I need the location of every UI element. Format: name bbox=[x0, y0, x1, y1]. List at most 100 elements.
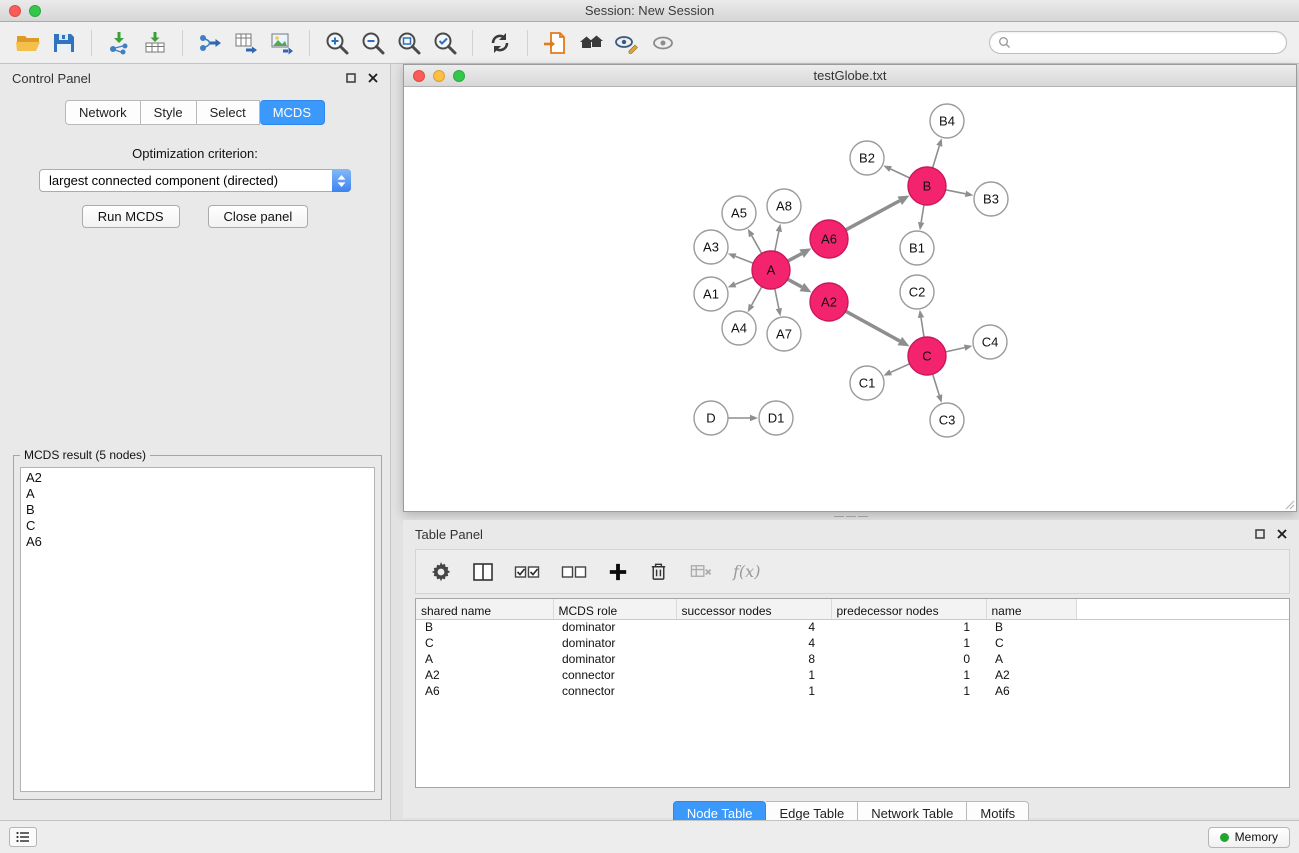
refresh-view-button[interactable] bbox=[482, 26, 518, 60]
graph-edge-A-A3[interactable] bbox=[728, 253, 753, 263]
graph-node-C1[interactable]: C1 bbox=[850, 366, 884, 400]
export-network-button[interactable] bbox=[192, 26, 228, 60]
network-close-button[interactable] bbox=[413, 70, 425, 82]
column-header-shared-name[interactable]: shared name bbox=[416, 599, 553, 619]
zoom-out-button[interactable] bbox=[355, 26, 391, 60]
graph-edge-C-C3[interactable] bbox=[933, 374, 943, 403]
graph-node-C[interactable]: C bbox=[908, 337, 946, 375]
graph-edge-C-C1[interactable] bbox=[883, 364, 909, 376]
function-builder-button[interactable]: f(x) bbox=[733, 559, 760, 585]
graph-edge-A-A4[interactable] bbox=[748, 287, 762, 313]
graph-node-A1[interactable]: A1 bbox=[694, 277, 728, 311]
table-row[interactable]: Cdominator41C bbox=[416, 635, 1289, 651]
graph-node-A7[interactable]: A7 bbox=[767, 317, 801, 351]
graph-node-D1[interactable]: D1 bbox=[759, 401, 793, 435]
graph-edge-A6-B[interactable] bbox=[846, 196, 910, 230]
graph-edge-C-C4[interactable] bbox=[946, 345, 973, 352]
select-all-rows-button[interactable] bbox=[514, 559, 541, 585]
mcds-result-item[interactable]: C bbox=[26, 518, 369, 534]
control-tab-select[interactable]: Select bbox=[197, 100, 260, 125]
column-header-MCDS-role[interactable]: MCDS role bbox=[553, 599, 676, 619]
close-panel-action-button[interactable]: Close panel bbox=[208, 205, 309, 228]
show-hide-button[interactable] bbox=[645, 26, 681, 60]
column-header-predecessor-nodes[interactable]: predecessor nodes bbox=[831, 599, 986, 619]
graph-node-C3[interactable]: C3 bbox=[930, 403, 964, 437]
mcds-result-item[interactable]: A bbox=[26, 486, 369, 502]
graph-edge-A-A7[interactable] bbox=[775, 289, 782, 317]
graph-node-A3[interactable]: A3 bbox=[694, 230, 728, 264]
fullscreen-window-button[interactable] bbox=[29, 5, 41, 17]
graph-node-A6[interactable]: A6 bbox=[810, 220, 848, 258]
open-file-button[interactable] bbox=[10, 26, 46, 60]
show-columns-button[interactable] bbox=[472, 559, 494, 585]
graph-node-D[interactable]: D bbox=[694, 401, 728, 435]
optimization-criterion-dropdown[interactable]: largest connected component (directed) bbox=[39, 169, 351, 192]
memory-button[interactable]: Memory bbox=[1208, 827, 1290, 848]
network-maximize-button[interactable] bbox=[453, 70, 465, 82]
control-tab-mcds[interactable]: MCDS bbox=[260, 100, 325, 125]
export-image-button[interactable] bbox=[264, 26, 300, 60]
table-row[interactable]: Bdominator41B bbox=[416, 619, 1289, 635]
graph-node-A5[interactable]: A5 bbox=[722, 196, 756, 230]
table-row[interactable]: A6connector11A6 bbox=[416, 683, 1289, 699]
close-panel-button[interactable] bbox=[368, 73, 378, 83]
import-table-from-file-button[interactable] bbox=[137, 26, 173, 60]
graph-node-C2[interactable]: C2 bbox=[900, 275, 934, 309]
graph-node-B3[interactable]: B3 bbox=[974, 182, 1008, 216]
close-table-panel-button[interactable] bbox=[1277, 529, 1287, 539]
zoom-in-button[interactable] bbox=[319, 26, 355, 60]
graph-node-A2[interactable]: A2 bbox=[810, 283, 848, 321]
graph-edge-D-D1[interactable] bbox=[728, 415, 758, 421]
table-row[interactable]: Adominator80A bbox=[416, 651, 1289, 667]
save-session-button[interactable] bbox=[46, 26, 82, 60]
graph-edge-A-A5[interactable] bbox=[748, 229, 762, 254]
mcds-result-item[interactable]: A2 bbox=[26, 470, 369, 486]
import-network-from-file-button[interactable] bbox=[101, 26, 137, 60]
graph-node-B1[interactable]: B1 bbox=[900, 231, 934, 265]
mcds-result-list[interactable]: A2ABCA6 bbox=[20, 467, 375, 792]
graph-node-B2[interactable]: B2 bbox=[850, 141, 884, 175]
zoom-selected-button[interactable] bbox=[427, 26, 463, 60]
graph-node-A4[interactable]: A4 bbox=[722, 311, 756, 345]
graph-node-C4[interactable]: C4 bbox=[973, 325, 1007, 359]
horizontal-splitter[interactable] bbox=[403, 513, 1299, 519]
float-table-panel-button[interactable] bbox=[1255, 529, 1265, 539]
graph-edge-A-A1[interactable] bbox=[728, 277, 754, 287]
ndex-home-button[interactable] bbox=[573, 26, 609, 60]
float-panel-button[interactable] bbox=[346, 73, 356, 83]
graph-edge-B-B3[interactable] bbox=[946, 190, 974, 197]
graph-edge-B-B4[interactable] bbox=[933, 138, 943, 168]
export-table-button[interactable] bbox=[228, 26, 264, 60]
column-header-successor-nodes[interactable]: successor nodes bbox=[676, 599, 831, 619]
graph-edge-A-A8[interactable] bbox=[775, 224, 782, 252]
graph-node-A8[interactable]: A8 bbox=[767, 189, 801, 223]
network-minimize-button[interactable] bbox=[433, 70, 445, 82]
graph-edge-A-A2[interactable] bbox=[788, 279, 812, 292]
mcds-result-item[interactable]: A6 bbox=[26, 534, 369, 550]
resize-grip-icon[interactable] bbox=[1283, 498, 1295, 510]
deselect-all-rows-button[interactable] bbox=[561, 559, 588, 585]
graph-node-B4[interactable]: B4 bbox=[930, 104, 964, 138]
mcds-result-item[interactable]: B bbox=[26, 502, 369, 518]
edit-visibility-button[interactable] bbox=[609, 26, 645, 60]
run-mcds-button[interactable]: Run MCDS bbox=[82, 205, 180, 228]
clear-table-button[interactable] bbox=[689, 559, 713, 585]
search-field[interactable] bbox=[989, 31, 1287, 54]
control-tab-network[interactable]: Network bbox=[65, 100, 141, 125]
graph-edge-A-A6[interactable] bbox=[788, 248, 812, 261]
graph-edge-C-C2[interactable] bbox=[918, 310, 924, 337]
search-input[interactable] bbox=[1016, 36, 1278, 50]
graph-edge-B-B2[interactable] bbox=[883, 166, 909, 178]
task-history-button[interactable] bbox=[9, 827, 37, 847]
open-network-from-ndex-button[interactable] bbox=[537, 26, 573, 60]
close-window-button[interactable] bbox=[9, 5, 21, 17]
column-header-name[interactable]: name bbox=[986, 599, 1076, 619]
delete-rows-button[interactable] bbox=[648, 559, 669, 585]
graph-node-A[interactable]: A bbox=[752, 251, 790, 289]
table-settings-button[interactable] bbox=[430, 559, 452, 585]
table-row[interactable]: A2connector11A2 bbox=[416, 667, 1289, 683]
add-row-button[interactable] bbox=[608, 559, 628, 585]
graph-edge-A2-C[interactable] bbox=[846, 311, 910, 346]
zoom-fit-button[interactable] bbox=[391, 26, 427, 60]
graph-node-B[interactable]: B bbox=[908, 167, 946, 205]
